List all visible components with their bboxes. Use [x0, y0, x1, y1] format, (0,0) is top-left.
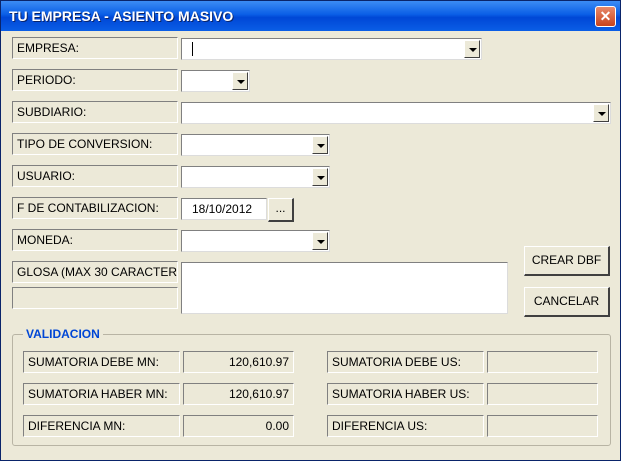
tipo-conversion-label: TIPO DE CONVERSION: — [12, 133, 178, 155]
text-cursor — [192, 42, 193, 56]
chevron-down-icon[interactable] — [593, 104, 609, 122]
fecha-label: F DE CONTABILIZACION: — [12, 197, 178, 219]
dif-us-value — [487, 415, 598, 437]
haber-us-label: SUMATORIA HABER US: — [327, 383, 484, 405]
date-picker-button[interactable]: ... — [268, 198, 294, 222]
validacion-title: VALIDACION — [23, 327, 103, 341]
fecha-field[interactable]: 18/10/2012 — [181, 198, 267, 220]
chevron-down-icon[interactable] — [312, 232, 328, 250]
cancelar-label: CANCELAR — [533, 294, 600, 308]
chevron-down-icon[interactable] — [312, 136, 328, 154]
haber-mn-value: 120,610.97 — [183, 383, 294, 405]
chevron-down-icon[interactable] — [464, 40, 480, 58]
date-picker-label: ... — [275, 201, 286, 215]
dif-us-label: DIFERENCIA US: — [327, 415, 484, 437]
debe-mn-label: SUMATORIA DEBE MN: — [23, 351, 180, 373]
haber-mn-label: SUMATORIA HABER MN: — [23, 383, 180, 405]
crear-dbf-button[interactable]: CREAR DBF — [524, 246, 610, 276]
usuario-label: USUARIO: — [12, 165, 178, 187]
debe-us-value — [487, 351, 598, 373]
crear-dbf-label: CREAR DBF — [531, 253, 602, 267]
dif-mn-value: 0.00 — [183, 415, 294, 437]
glosa-label: GLOSA (MAX 30 CARACTERES): — [12, 261, 178, 283]
cancelar-button[interactable]: CANCELAR — [524, 287, 610, 317]
window-title: TU EMPRESA - ASIENTO MASIVO — [9, 8, 234, 24]
glosa-char-count — [12, 287, 178, 309]
empresa-label: EMPRESA: — [12, 37, 178, 59]
subdiario-combobox[interactable] — [181, 102, 611, 124]
moneda-combobox[interactable] — [181, 230, 330, 252]
debe-mn-value: 120,610.97 — [183, 351, 294, 373]
subdiario-label: SUBDIARIO: — [12, 101, 178, 123]
glosa-textarea[interactable] — [181, 262, 508, 314]
close-icon[interactable]: ✕ — [595, 6, 616, 27]
title-bar[interactable]: TU EMPRESA - ASIENTO MASIVO ✕ — [1, 1, 620, 31]
fecha-value: 18/10/2012 — [192, 202, 253, 216]
usuario-combobox[interactable] — [181, 166, 330, 188]
moneda-label: MONEDA: — [12, 229, 178, 251]
dif-mn-label: DIFERENCIA MN: — [23, 415, 180, 437]
debe-us-label: SUMATORIA DEBE US: — [327, 351, 484, 373]
haber-us-value — [487, 383, 598, 405]
chevron-down-icon[interactable] — [232, 72, 248, 90]
empresa-combobox[interactable] — [181, 38, 482, 60]
periodo-label: PERIODO: — [12, 69, 178, 91]
chevron-down-icon[interactable] — [312, 168, 328, 186]
dialog-window: TU EMPRESA - ASIENTO MASIVO ✕ EMPRESA: P… — [0, 0, 621, 461]
tipo-conversion-combobox[interactable] — [181, 134, 330, 156]
periodo-combobox[interactable] — [181, 70, 250, 92]
